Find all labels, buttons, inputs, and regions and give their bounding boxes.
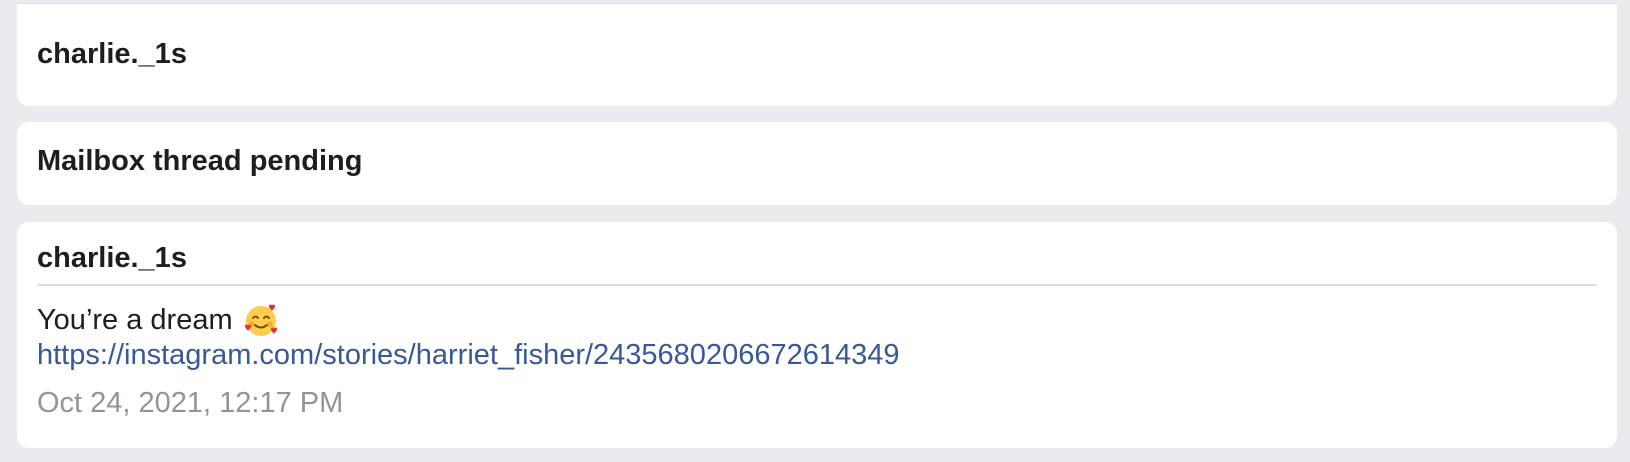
message-timestamp: Oct 24, 2021, 12:17 PM xyxy=(37,387,344,419)
story-link[interactable]: https://instagram.com/stories/harriet_fi… xyxy=(37,338,1597,372)
message-sender: charlie._1s xyxy=(37,38,187,70)
message-card-first: charlie._1s xyxy=(17,3,1617,106)
smiling-face-with-hearts-icon xyxy=(244,304,277,336)
message-card-last: charlie._1s You’re a dream https://insta… xyxy=(17,222,1617,448)
message-sender: charlie._1s xyxy=(37,222,1597,286)
thread-status-card: Mailbox thread pending xyxy=(17,122,1617,205)
message-body: You’re a dream xyxy=(37,302,1597,338)
message-text: You’re a dream xyxy=(37,304,233,336)
thread-status-text: Mailbox thread pending xyxy=(37,145,363,177)
